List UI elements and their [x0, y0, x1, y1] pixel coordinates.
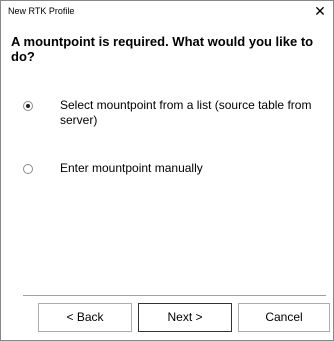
option-label-enter-manually[interactable]: Enter mountpoint manually	[60, 161, 320, 176]
cancel-button[interactable]: Cancel	[238, 303, 330, 332]
radio-button-select-from-list[interactable]	[23, 101, 33, 111]
page-heading: A mountpoint is required. What would you…	[11, 34, 314, 64]
title-bar: New RTK Profile ✕	[1, 1, 333, 22]
radio-selected-dot	[26, 104, 30, 108]
option-enter-manually[interactable]: Enter mountpoint manually	[23, 161, 323, 176]
button-separator	[23, 295, 326, 297]
option-label-select-from-list[interactable]: Select mountpoint from a list (source ta…	[60, 98, 320, 128]
radio-circle	[23, 164, 33, 174]
dialog-window: New RTK Profile ✕ A mountpoint is requir…	[0, 0, 334, 341]
next-button[interactable]: Next >	[138, 303, 232, 332]
option-select-from-list[interactable]: Select mountpoint from a list (source ta…	[23, 98, 323, 128]
back-button[interactable]: < Back	[38, 303, 132, 332]
window-title: New RTK Profile	[8, 6, 75, 16]
close-button[interactable]: ✕	[310, 2, 330, 20]
radio-button-enter-manually[interactable]	[23, 164, 33, 174]
